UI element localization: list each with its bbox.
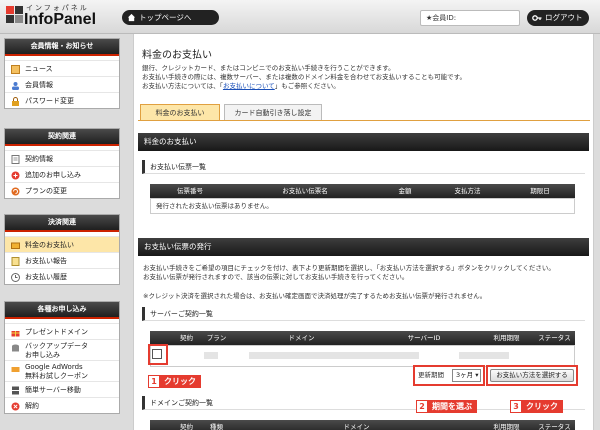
highlight-box-3	[486, 365, 578, 386]
payment-icon	[11, 242, 20, 249]
coupon-icon	[11, 367, 20, 372]
document-icon	[11, 155, 20, 164]
section-payment-header: 料金のお支払い	[138, 133, 589, 151]
member-id-label: ★会員ID	[426, 14, 454, 22]
sidebar-item-cancel[interactable]: 解約	[5, 397, 119, 413]
step-2-label: 2 期間を選ぶ	[416, 400, 477, 413]
header: インフォパネル InfoPanel トップページへ ★会員ID: ログアウト	[0, 0, 600, 34]
server-list-heading: サーバーご契約一覧	[142, 307, 585, 321]
member-id-box: ★会員ID:	[420, 10, 520, 26]
sidebar-heading: 各種お申し込み	[5, 302, 119, 319]
invoice-empty-row: 発行されたお支払い伝票はありません。	[150, 198, 575, 214]
invoice-table-header: 伝票番号 お支払い伝票名 金額 支払方法 期限日	[150, 184, 575, 198]
sidebar-item-present-domain[interactable]: プレゼントドメイン	[5, 323, 119, 339]
gift-icon	[11, 331, 20, 337]
sidebar-item-plan-change[interactable]: プランの変更	[5, 182, 119, 198]
server-icon	[12, 386, 19, 395]
news-icon	[11, 65, 20, 74]
sidebar-item-member-info[interactable]: 会員情報	[5, 76, 119, 92]
sidebar-item-backup[interactable]: バックアップデータ お申し込み	[5, 339, 119, 360]
user-icon	[12, 82, 19, 90]
sidebar-item-adwords[interactable]: Google AdWords 無料お試しクーポン	[5, 360, 119, 381]
issue-instructions: お支払い手続きをご希望の項目にチェックを付け、表下より更新期間を選択し、「お支払…	[143, 264, 555, 281]
step-1-label: 1 クリック	[148, 375, 201, 388]
top-page-button[interactable]: トップページへ	[122, 10, 219, 25]
section-issue-header: お支払い伝票の発行	[138, 238, 589, 256]
sidebar-item-server-move[interactable]: 簡単サーバー移動	[5, 381, 119, 397]
highlight-box-1	[148, 344, 168, 365]
report-icon	[11, 257, 20, 266]
page-description: 銀行、クレジットカード、またはコンビニでのお支払い手続きを行うことができます。 …	[142, 64, 467, 90]
home-icon	[127, 13, 136, 22]
top-page-label: トップページへ	[139, 13, 192, 22]
tab-payment[interactable]: 料金のお支払い	[140, 104, 220, 121]
sidebar-item-payment[interactable]: 料金のお支払い	[5, 236, 119, 252]
sidebar-section-applications: 各種お申し込み プレゼントドメイン バックアップデータ お申し込み Google…	[4, 301, 120, 414]
domain-table-header: 契約 種類 ドメイン 利用期限 ステータス	[150, 420, 575, 430]
sidebar-item-payment-history[interactable]: お支払い履歴	[5, 268, 119, 284]
page-title: 料金のお支払い	[142, 50, 212, 61]
key-icon	[532, 15, 542, 21]
sidebar-section-payment: 決済関連 料金のお支払い お支払い報告 お支払い履歴	[4, 214, 120, 285]
server-table-header: 契約 プラン ドメイン サーバーID 利用期限 ステータス	[150, 331, 575, 345]
sidebar-heading: 会員情報・お知らせ	[5, 39, 119, 56]
sidebar-item-news[interactable]: ニュース	[5, 60, 119, 76]
highlight-box-2	[413, 365, 485, 386]
sidebar-item-contract-info[interactable]: 契約情報	[5, 150, 119, 166]
invoice-list-heading: お支払い伝票一覧	[142, 160, 585, 174]
clock-icon	[11, 273, 20, 282]
database-icon	[12, 344, 19, 352]
payment-info-link[interactable]: お支払いについて	[223, 82, 275, 90]
cancel-icon	[11, 402, 20, 411]
sidebar-heading: 契約関連	[5, 129, 119, 146]
refresh-icon	[11, 187, 20, 196]
tab-card-auto-debit[interactable]: カード自動引き落し設定	[224, 104, 322, 121]
lock-icon	[12, 97, 19, 106]
logout-button[interactable]: ログアウト	[527, 10, 589, 26]
step-3-label: 3 クリック	[510, 400, 563, 413]
sidebar-section-member: 会員情報・お知らせ ニュース 会員情報 パスワード変更	[4, 38, 120, 109]
sidebar-section-contract: 契約関連 契約情報 追加のお申し込み プランの変更	[4, 128, 120, 199]
logo-text: InfoPanel	[24, 11, 97, 28]
sidebar-heading: 決済関連	[5, 215, 119, 232]
add-icon	[11, 171, 20, 180]
credit-card-note: ※クレジット決済を選択された場合は、お支払い確定画面で決済処理が完了するためお支…	[143, 292, 487, 300]
sidebar-item-payment-report[interactable]: お支払い報告	[5, 252, 119, 268]
logout-label: ログアウト	[545, 13, 583, 22]
logo-icon	[6, 6, 23, 23]
sidebar-item-add-order[interactable]: 追加のお申し込み	[5, 166, 119, 182]
sidebar-item-password[interactable]: パスワード変更	[5, 92, 119, 108]
